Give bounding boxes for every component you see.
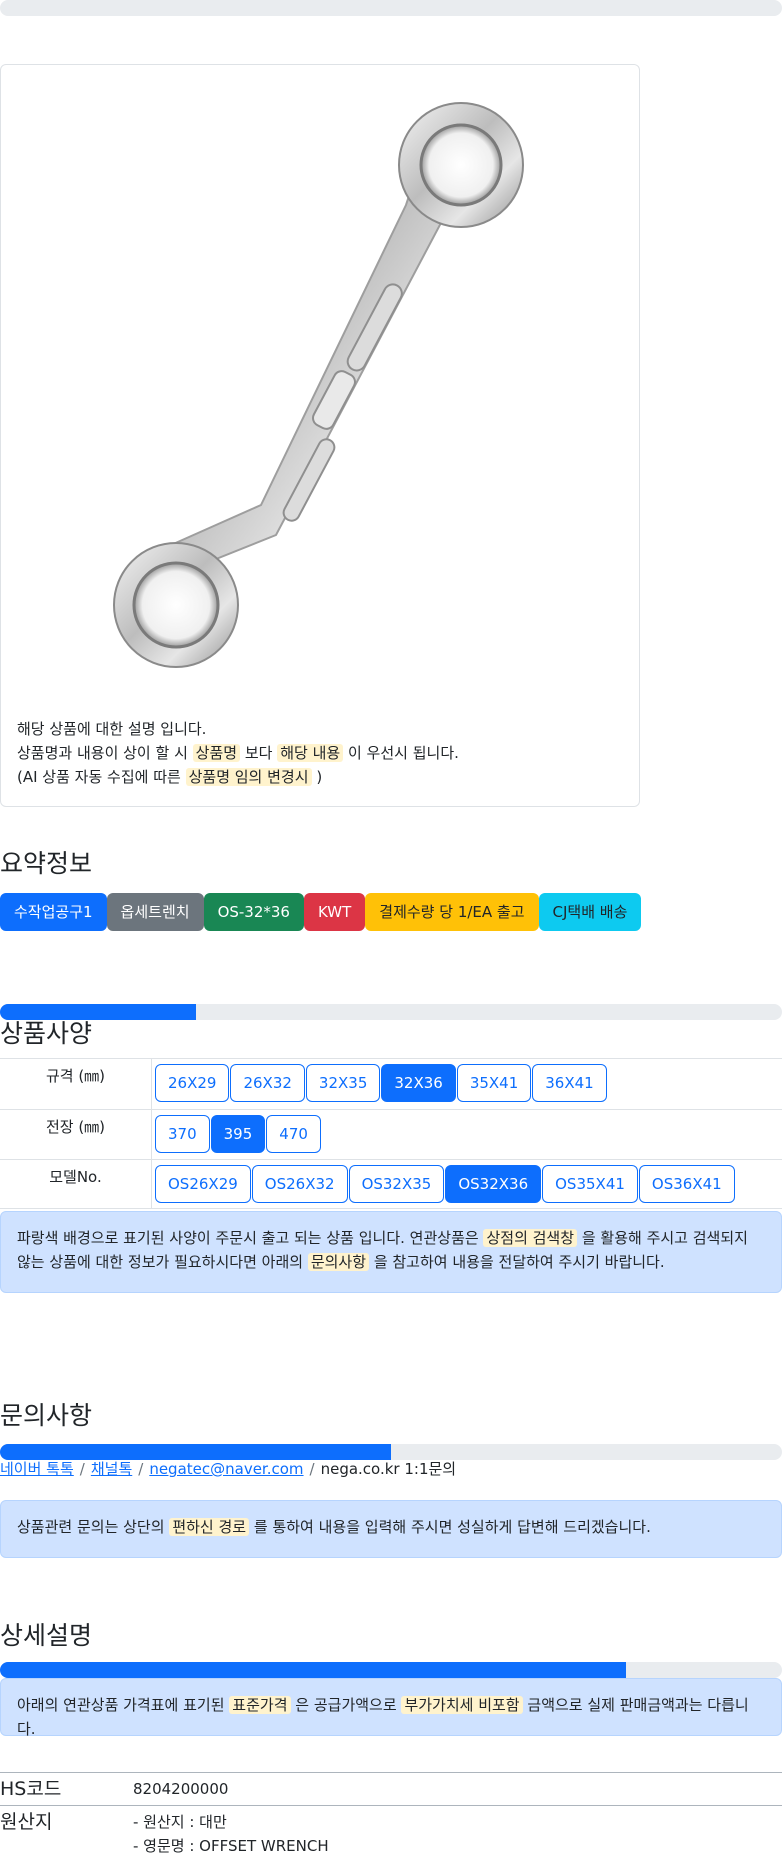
specs-title: 상품사양: [0, 1019, 93, 1048]
summary-badges: 수작업공구1 옵세트렌치 OS-32*36 KWT 결제수량 당 1/EA 출고…: [0, 893, 642, 931]
link-separator: /: [79, 1460, 85, 1478]
offset-wrench-image: [113, 102, 524, 668]
spec-options-size: 26X29 26X32 32X35 32X36 35X41 36X41: [155, 1064, 608, 1102]
hs-code-label: HS코드: [0, 1778, 62, 1800]
spec-option[interactable]: OS35X41: [542, 1165, 638, 1203]
note-line-2: 상품명과 내용이 상이 할 시 상품명 보다 해당 내용 이 우선시 됩니다.: [17, 744, 459, 762]
badge-type: 옵세트렌치: [106, 893, 204, 931]
email-link[interactable]: negatec@naver.com: [149, 1460, 303, 1478]
note-line-1: 해당 상품에 대한 설명 입니다.: [17, 720, 207, 738]
hs-code-value: 8204200000: [133, 1780, 229, 1798]
info-row-origin: 원산지 - 원산지 : 대만 - 영문명 : OFFSET WRENCH: [0, 1805, 782, 1859]
badge-shipping: CJ택배 배송: [538, 893, 642, 931]
spec-option[interactable]: OS32X35: [348, 1165, 445, 1203]
spec-options-length: 370 395 470: [155, 1115, 322, 1153]
product-note: 해당 상품에 대한 설명 입니다. 상품명과 내용이 상이 할 시 상품명 보다…: [17, 717, 459, 789]
spec-row-length: 전장 (㎜) 370 395 470: [0, 1109, 782, 1159]
summary-title: 요약정보: [0, 849, 93, 878]
spec-option[interactable]: 32X35: [305, 1064, 381, 1102]
spec-label-model: 모델No.: [0, 1160, 152, 1208]
badge-brand: KWT: [303, 893, 366, 931]
note-highlight-product-name: 상품명: [192, 744, 241, 762]
origin-english-name: - 영문명 : OFFSET WRENCH: [133, 1837, 329, 1855]
badge-category: 수작업공구1: [0, 893, 107, 931]
inquiry-title: 문의사항: [0, 1401, 93, 1430]
origin-country: - 원산지 : 대만: [133, 1813, 227, 1831]
spec-option[interactable]: 26X29: [155, 1064, 230, 1102]
spec-option-selected[interactable]: 395: [210, 1115, 266, 1153]
top-progress-bar: [0, 0, 782, 16]
inquiry-links: 네이버 톡톡 / 채널톡 / negatec@naver.com / nega.co.kr …: [0, 1457, 456, 1481]
specs-alert: 파랑색 배경으로 표기된 사양이 주문시 출고 되는 상품 입니다. 연관상품은…: [0, 1211, 782, 1293]
note-highlight-rename: 상품명 임의 변경시: [185, 768, 312, 786]
link-separator: /: [138, 1460, 144, 1478]
spec-option[interactable]: 470: [266, 1115, 321, 1153]
spec-option-selected[interactable]: 32X36: [381, 1064, 456, 1102]
detail-alert: 아래의 연관상품 가격표에 표기된 표준가격 은 공급가액으로 부가가치세 비포…: [0, 1678, 782, 1738]
spec-label-length: 전장 (㎜): [0, 1110, 152, 1159]
alert-highlight-inquiry: 문의사항: [307, 1253, 370, 1271]
detail-progress-bar: [0, 1662, 782, 1678]
channel-talk-link[interactable]: 채널톡: [91, 1460, 132, 1478]
spec-row-size: 규격 (㎜) 26X29 26X32 32X35 32X36 35X41 36X…: [0, 1058, 782, 1109]
info-row-hs: HS코드 8204200000: [0, 1772, 782, 1805]
detail-progress-fill: [0, 1662, 626, 1678]
origin-value: - 원산지 : 대만 - 영문명 : OFFSET WRENCH: [133, 1810, 329, 1858]
spec-option[interactable]: 26X32: [230, 1064, 305, 1102]
note-line-3: (AI 상품 자동 수집에 따른 상품명 임의 변경시 ): [17, 768, 323, 786]
product-image-card: 해당 상품에 대한 설명 입니다. 상품명과 내용이 상이 할 시 상품명 보다…: [0, 64, 640, 807]
site-inquiry-text: nega.co.kr 1:1문의: [320, 1460, 457, 1478]
spec-row-model: 모델No. OS26X29 OS26X32 OS32X35 OS32X36 OS…: [0, 1159, 782, 1209]
spec-option[interactable]: OS36X41: [638, 1165, 735, 1203]
inquiry-alert: 상품관련 문의는 상단의 편하신 경로 를 통하여 내용을 입력해 주시면 성실…: [0, 1500, 782, 1558]
spec-option[interactable]: OS26X32: [251, 1165, 348, 1203]
badge-model: OS-32*36: [203, 893, 304, 931]
alert-highlight-vat: 부가가치세 비포함: [401, 1696, 523, 1714]
badge-quantity: 결제수량 당 1/EA 출고: [365, 893, 539, 931]
spec-option[interactable]: 370: [155, 1115, 210, 1153]
spec-option-selected[interactable]: OS32X36: [445, 1165, 542, 1203]
naver-talktalk-link[interactable]: 네이버 톡톡: [0, 1460, 74, 1478]
origin-label: 원산지: [0, 1811, 53, 1833]
alert-highlight-standard-price: 표준가격: [229, 1696, 291, 1714]
note-highlight-content: 해당 내용: [277, 744, 344, 762]
detail-title: 상세설명: [0, 1621, 93, 1650]
spec-label-size: 규격 (㎜): [0, 1059, 152, 1109]
spec-options-model: OS26X29 OS26X32 OS32X35 OS32X36 OS35X41 …: [155, 1165, 736, 1203]
alert-highlight-route: 편하신 경로: [169, 1518, 250, 1536]
alert-highlight-search: 상점의 검색창: [483, 1229, 578, 1247]
spec-option[interactable]: 35X41: [456, 1064, 532, 1102]
spec-option[interactable]: OS26X29: [155, 1165, 251, 1203]
link-separator: /: [309, 1460, 315, 1478]
specs-progress-bar: [0, 1004, 782, 1020]
spec-option[interactable]: 36X41: [532, 1064, 607, 1102]
